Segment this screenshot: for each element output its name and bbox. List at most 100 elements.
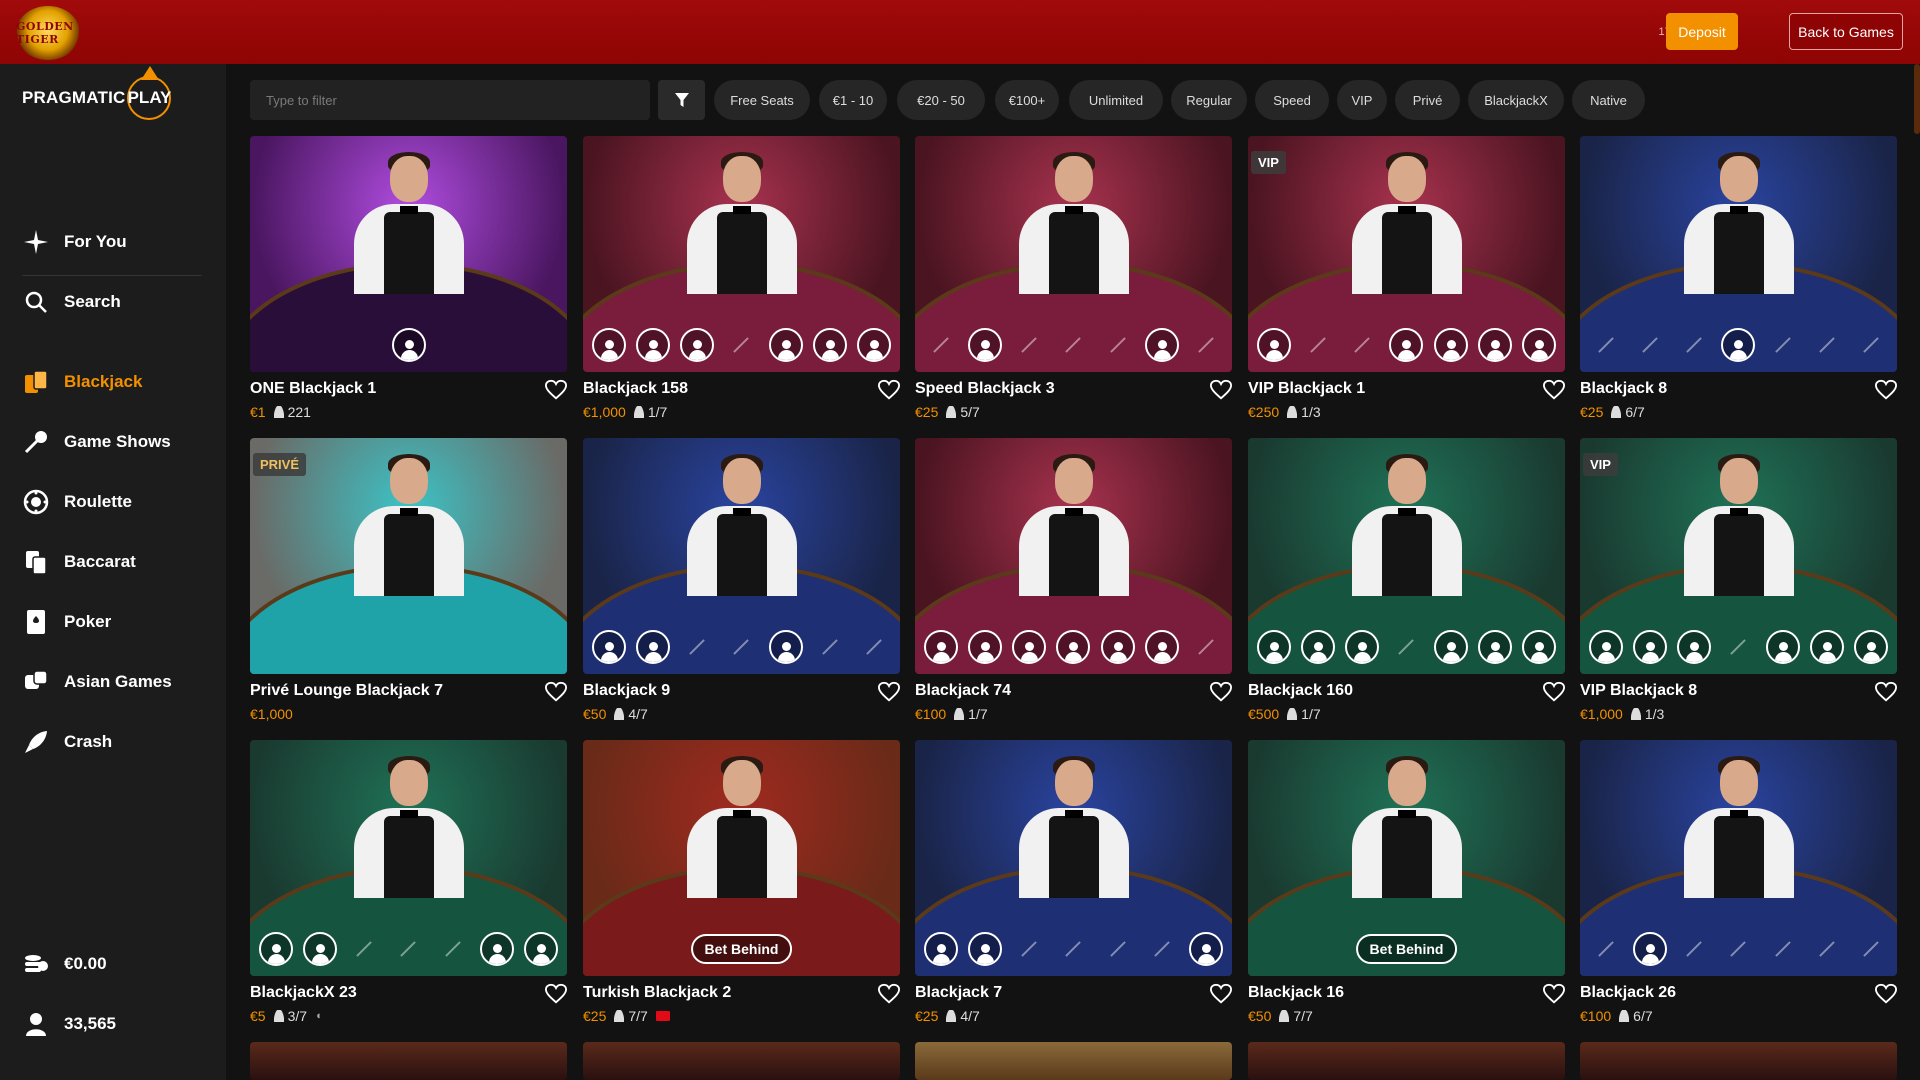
game-card[interactable]: PRIVÉ Privé Lounge Blackjack 7 €1,000: [250, 438, 568, 722]
seat-occupied[interactable]: [812, 328, 847, 362]
game-card[interactable]: Blackjack 8 €25 6/7: [1580, 136, 1898, 420]
game-thumbnail[interactable]: [915, 136, 1232, 372]
seat-empty[interactable]: [1589, 932, 1623, 966]
sidebar-item-poker[interactable]: Poker: [22, 602, 212, 642]
seat-occupied[interactable]: [303, 932, 338, 966]
favorite-heart-icon[interactable]: [544, 983, 568, 1005]
favorite-heart-icon[interactable]: [877, 379, 901, 401]
seat-occupied[interactable]: [1677, 630, 1712, 664]
sidebar-item-game-shows[interactable]: Game Shows: [22, 422, 212, 462]
game-thumbnail[interactable]: Bet Behind: [1248, 740, 1565, 976]
seat-empty[interactable]: [391, 932, 425, 966]
seat-empty[interactable]: [1721, 630, 1755, 664]
seat-empty[interactable]: [1810, 932, 1844, 966]
seat-occupied[interactable]: [1433, 328, 1468, 362]
seat-occupied[interactable]: [968, 328, 1003, 362]
seat-occupied[interactable]: [1389, 328, 1424, 362]
favorite-heart-icon[interactable]: [1874, 681, 1898, 703]
sidebar-item-baccarat[interactable]: Baccarat: [22, 542, 212, 582]
sidebar-item-roulette[interactable]: Roulette: [22, 482, 212, 522]
seat-occupied[interactable]: [391, 328, 426, 362]
game-thumbnail[interactable]: VIP: [1248, 136, 1565, 372]
balance[interactable]: €0.00: [22, 950, 107, 978]
seat-empty[interactable]: [1012, 328, 1046, 362]
game-thumbnail-partial[interactable]: [583, 1042, 900, 1080]
seat-empty[interactable]: [1189, 328, 1223, 362]
game-thumbnail-partial[interactable]: [1580, 1042, 1897, 1080]
game-thumbnail-partial[interactable]: [915, 1042, 1232, 1080]
game-thumbnail[interactable]: [250, 740, 567, 976]
seat-empty[interactable]: [1810, 328, 1844, 362]
seat-occupied[interactable]: [924, 932, 959, 966]
seat-empty[interactable]: [857, 630, 891, 664]
seat-occupied[interactable]: [924, 630, 959, 664]
game-thumbnail[interactable]: [583, 136, 900, 372]
game-thumbnail[interactable]: [1580, 136, 1897, 372]
deposit-button[interactable]: Deposit: [1666, 13, 1738, 50]
game-card[interactable]: VIP VIP Blackjack 1 €250 1/3: [1248, 136, 1566, 420]
seat-occupied[interactable]: [259, 932, 294, 966]
seat-occupied[interactable]: [1301, 630, 1336, 664]
filter-chip[interactable]: Speed: [1255, 80, 1329, 120]
seat-empty[interactable]: [1145, 932, 1179, 966]
filter-chip[interactable]: Privé: [1395, 80, 1460, 120]
game-card[interactable]: Blackjack 74 €100 1/7: [915, 438, 1233, 722]
seat-empty[interactable]: [1101, 328, 1135, 362]
seat-empty[interactable]: [724, 328, 758, 362]
filter-chip[interactable]: VIP: [1337, 80, 1387, 120]
seat-occupied[interactable]: [768, 630, 803, 664]
favorite-heart-icon[interactable]: [1209, 681, 1233, 703]
seat-empty[interactable]: [347, 932, 381, 966]
game-card[interactable]: Bet Behind Turkish Blackjack 2 €25 7/7: [583, 740, 901, 1024]
seat-occupied[interactable]: [1765, 630, 1800, 664]
game-thumbnail-partial[interactable]: [250, 1042, 567, 1080]
sidebar-item-for-you[interactable]: For You: [22, 222, 212, 262]
seat-occupied[interactable]: [1188, 932, 1223, 966]
seat-occupied[interactable]: [1257, 328, 1292, 362]
seat-empty[interactable]: [1766, 932, 1800, 966]
seat-empty[interactable]: [1056, 328, 1090, 362]
seat-occupied[interactable]: [636, 630, 671, 664]
seat-occupied[interactable]: [592, 328, 627, 362]
seat-occupied[interactable]: [523, 932, 558, 966]
seat-empty[interactable]: [1854, 328, 1888, 362]
favorite-heart-icon[interactable]: [544, 681, 568, 703]
seat-empty[interactable]: [924, 328, 958, 362]
seat-occupied[interactable]: [1721, 328, 1756, 362]
seat-empty[interactable]: [1101, 932, 1135, 966]
favorite-heart-icon[interactable]: [877, 681, 901, 703]
favorite-heart-icon[interactable]: [1874, 379, 1898, 401]
game-card[interactable]: BlackjackX 23 €5 3/7 ◖: [250, 740, 568, 1024]
seat-empty[interactable]: [1056, 932, 1090, 966]
seat-empty[interactable]: [1766, 328, 1800, 362]
seat-empty[interactable]: [680, 630, 714, 664]
seat-occupied[interactable]: [1012, 630, 1047, 664]
sidebar-item-asian-games[interactable]: Asian Games: [22, 662, 212, 702]
game-thumbnail-partial[interactable]: [1248, 1042, 1565, 1080]
sidebar-item-blackjack[interactable]: Blackjack: [22, 362, 212, 402]
favorite-heart-icon[interactable]: [877, 983, 901, 1005]
game-thumbnail[interactable]: [915, 438, 1232, 674]
game-thumbnail[interactable]: Bet Behind: [583, 740, 900, 976]
seat-occupied[interactable]: [1477, 630, 1512, 664]
seat-occupied[interactable]: [1633, 932, 1668, 966]
bet-behind-button[interactable]: Bet Behind: [690, 934, 793, 964]
favorite-heart-icon[interactable]: [1874, 983, 1898, 1005]
game-thumbnail[interactable]: VIP: [1580, 438, 1897, 674]
seat-empty[interactable]: [724, 630, 758, 664]
favorite-heart-icon[interactable]: [1542, 983, 1566, 1005]
game-card[interactable]: VIP VIP Blackjack 8 €1,000 1/3: [1580, 438, 1898, 722]
seat-occupied[interactable]: [680, 328, 715, 362]
seat-empty[interactable]: [1189, 630, 1223, 664]
seat-empty[interactable]: [1301, 328, 1335, 362]
seat-occupied[interactable]: [968, 932, 1003, 966]
seat-occupied[interactable]: [1477, 328, 1512, 362]
back-to-games-button[interactable]: Back to Games: [1789, 13, 1903, 50]
bet-behind-button[interactable]: Bet Behind: [1355, 934, 1458, 964]
favorite-heart-icon[interactable]: [1542, 379, 1566, 401]
game-card[interactable]: Blackjack 160 €500 1/7: [1248, 438, 1566, 722]
seat-occupied[interactable]: [1144, 328, 1179, 362]
game-thumbnail[interactable]: [583, 438, 900, 674]
sidebar-item-crash[interactable]: Crash: [22, 722, 212, 762]
seat-empty[interactable]: [1633, 328, 1667, 362]
